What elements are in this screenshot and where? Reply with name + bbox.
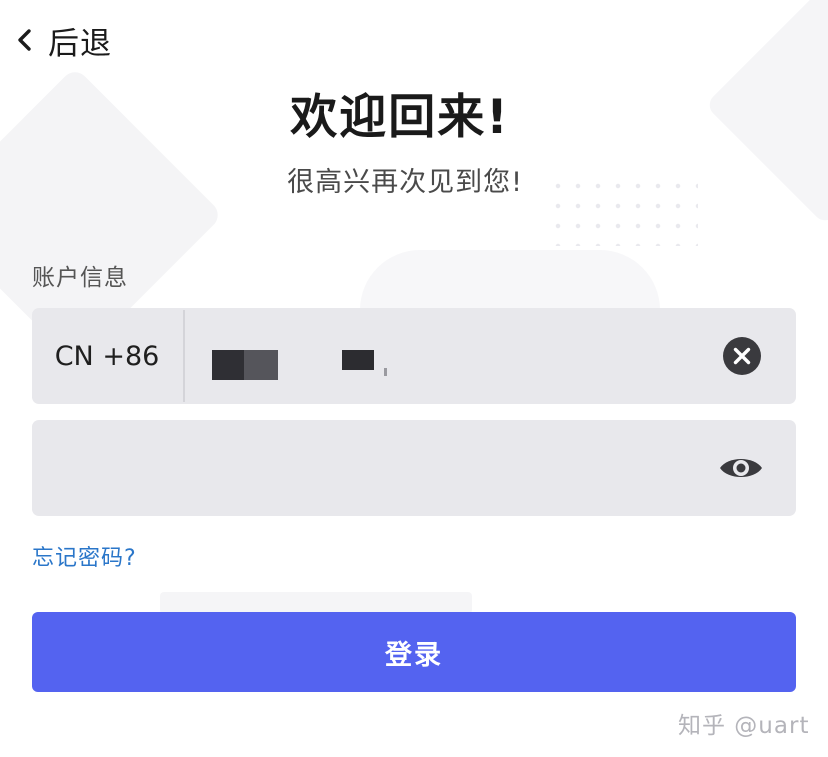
login-screen: 后退 欢迎回来! 很高兴再次见到您! 账户信息 CN +86 忘记密码? 登录 …: [0, 0, 828, 757]
eye-icon[interactable]: [718, 450, 764, 486]
login-button[interactable]: 登录: [32, 612, 796, 692]
phone-number-redacted[interactable]: [212, 346, 412, 382]
page-title: 欢迎回来!: [290, 90, 510, 145]
back-label: 后退: [48, 25, 112, 62]
country-code-selector[interactable]: CN +86: [32, 308, 182, 404]
redaction-block: [342, 350, 374, 370]
watermark-text: 知乎 @uart: [678, 713, 810, 739]
redaction-block: [212, 350, 248, 380]
clear-circle-x-icon[interactable]: [722, 336, 762, 376]
login-button-label: 登录: [385, 639, 443, 670]
redaction-block: [244, 350, 278, 380]
forgot-password-link[interactable]: 忘记密码?: [32, 540, 137, 572]
background-bar-shape: [160, 592, 472, 614]
password-field[interactable]: [32, 420, 796, 516]
account-info-label: 账户信息: [32, 265, 128, 291]
back-button[interactable]: 后退: [10, 16, 112, 64]
phone-field[interactable]: CN +86: [32, 308, 796, 404]
redaction-block: [384, 368, 387, 376]
chevron-left-icon: [18, 29, 31, 51]
field-divider: [183, 310, 185, 402]
page-subtitle: 很高兴再次见到您!: [287, 167, 523, 198]
